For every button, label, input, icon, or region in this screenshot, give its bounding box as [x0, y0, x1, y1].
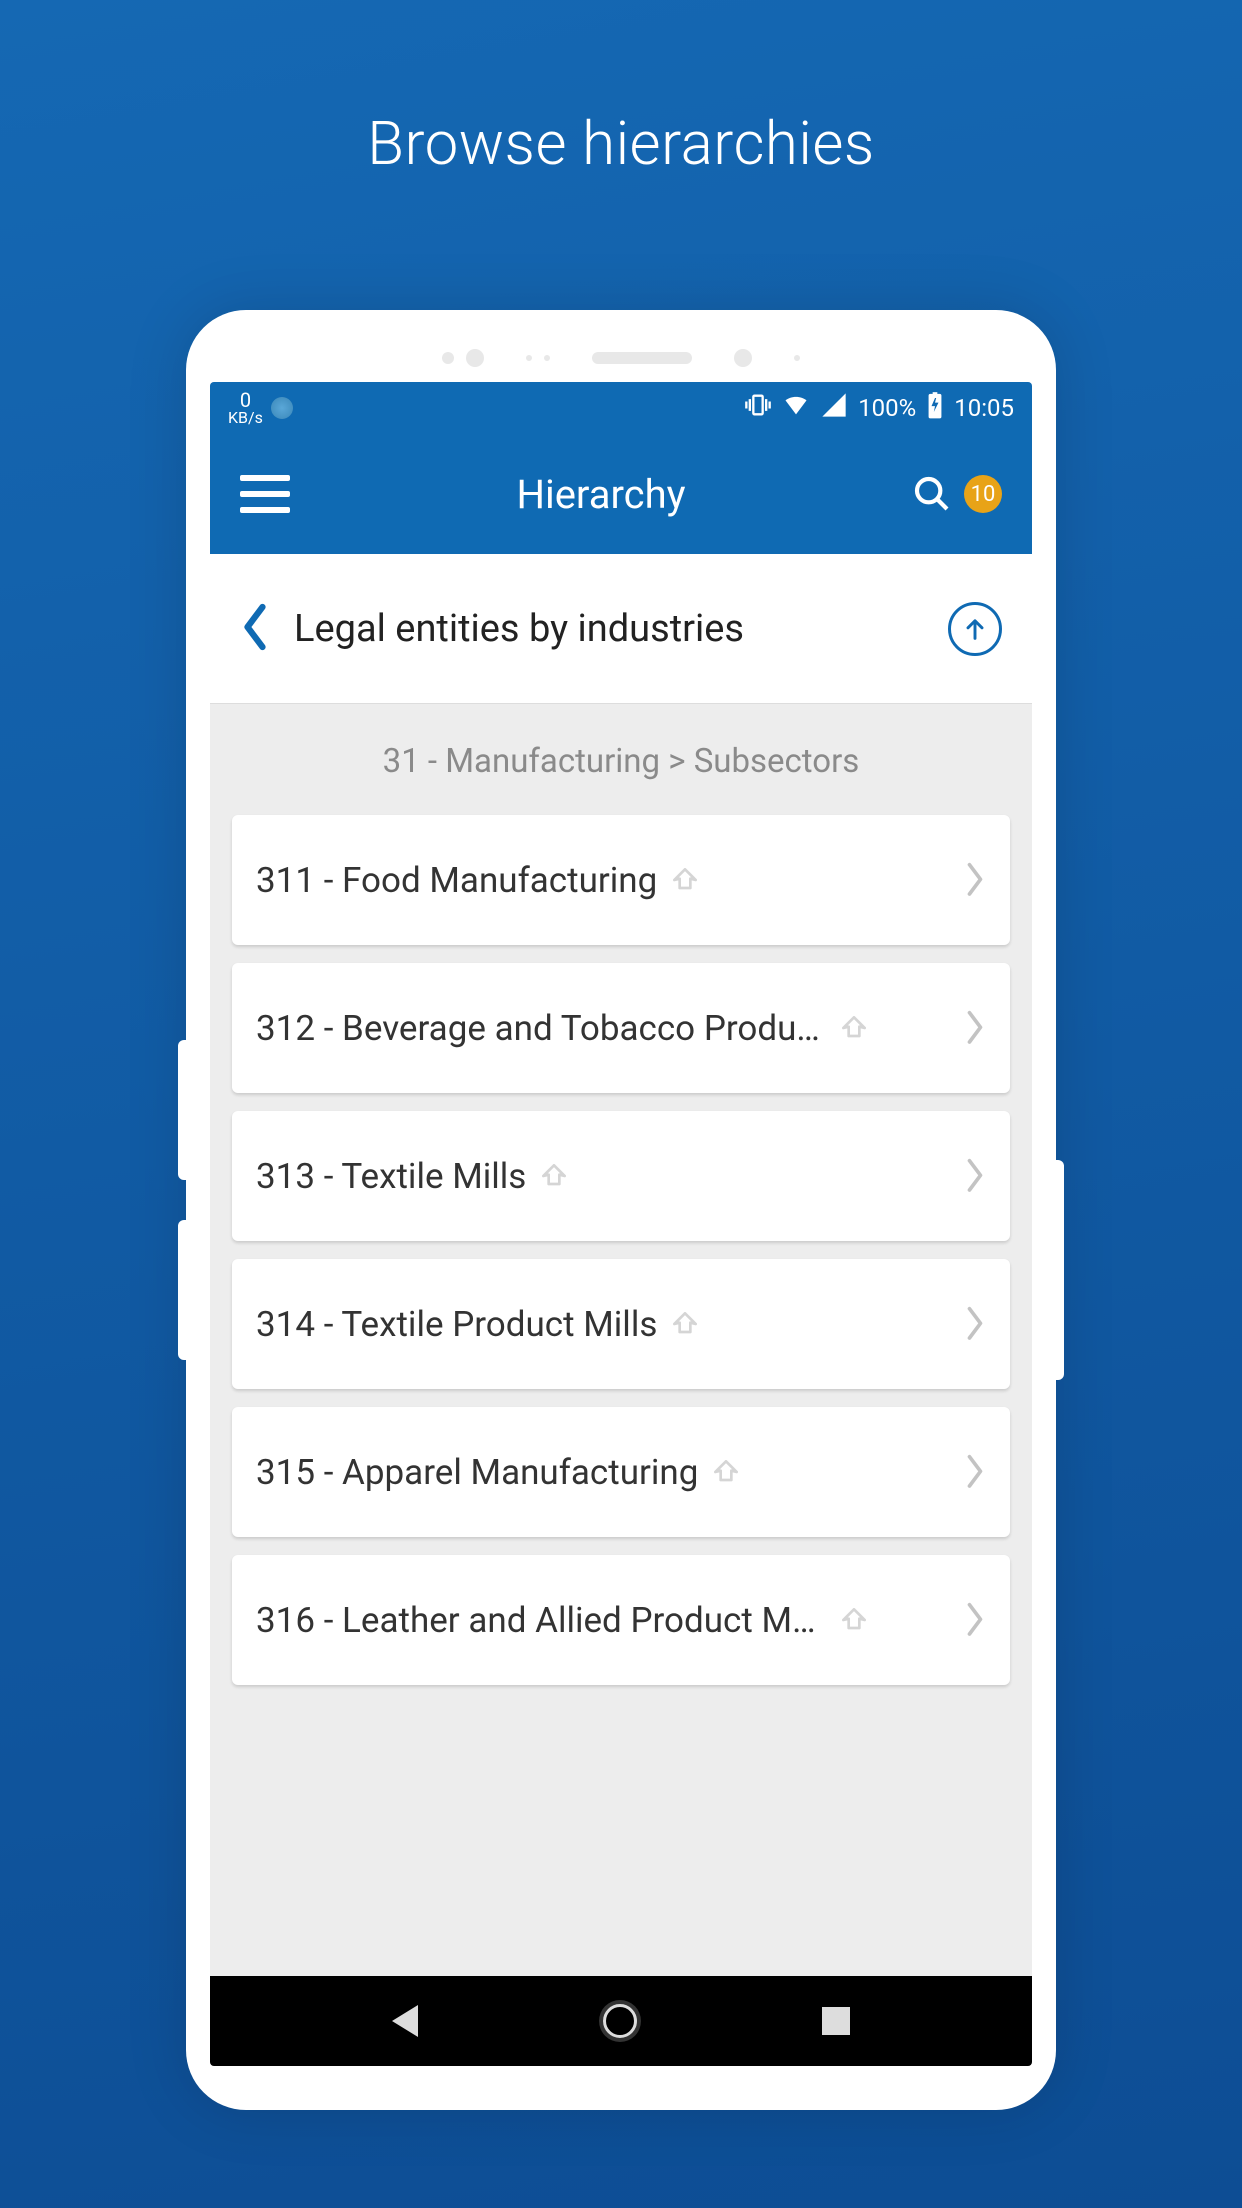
nav-back-button[interactable] — [392, 2005, 418, 2037]
status-dot-icon — [271, 397, 293, 419]
nav-home-button[interactable] — [603, 2004, 637, 2038]
app-bar: Hierarchy 10 — [210, 434, 1032, 554]
volume-up-button[interactable] — [178, 1040, 188, 1180]
hierarchy-list: 311 - Food Manufacturing 312 - Beverage … — [210, 815, 1032, 1685]
nav-recent-button[interactable] — [822, 2007, 850, 2035]
breadcrumb: 31 - Manufacturing > Subsectors — [210, 704, 1032, 815]
list-item[interactable]: 315 - Apparel Manufacturing — [232, 1407, 1010, 1537]
battery-level: 100% — [858, 394, 916, 422]
notification-badge[interactable]: 10 — [964, 475, 1002, 513]
menu-button[interactable] — [240, 469, 290, 519]
list-item-label: 311 - Food Manufacturing — [256, 860, 657, 901]
android-nav-bar — [210, 1976, 1032, 2066]
list-item[interactable]: 313 - Textile Mills — [232, 1111, 1010, 1241]
share-icon[interactable] — [669, 864, 701, 896]
phone-frame: 0 KB/s 100% 10:05 — [186, 310, 1056, 2110]
hierarchy-name: Legal entities by industries — [294, 607, 924, 651]
back-button[interactable] — [240, 602, 270, 656]
list-item[interactable]: 312 - Beverage and Tobacco Produc... — [232, 963, 1010, 1093]
list-item[interactable]: 311 - Food Manufacturing — [232, 815, 1010, 945]
phone-screen: 0 KB/s 100% 10:05 — [210, 382, 1032, 2066]
list-item-label: 316 - Leather and Allied Product Ma... — [256, 1600, 826, 1641]
signal-icon — [820, 391, 848, 425]
list-item-label: 314 - Textile Product Mills — [256, 1304, 657, 1345]
search-button[interactable] — [912, 474, 952, 514]
volume-down-button[interactable] — [178, 1220, 188, 1360]
network-speed-indicator: 0 KB/s — [228, 390, 263, 426]
share-icon[interactable] — [838, 1012, 870, 1044]
page-heading: Browse hierarchies — [0, 0, 1242, 179]
list-item-label: 313 - Textile Mills — [256, 1156, 526, 1197]
share-icon[interactable] — [538, 1160, 570, 1192]
wifi-icon — [782, 391, 810, 425]
list-item-label: 315 - Apparel Manufacturing — [256, 1452, 698, 1493]
go-up-button[interactable] — [948, 602, 1002, 656]
share-icon[interactable] — [838, 1604, 870, 1636]
list-item[interactable]: 316 - Leather and Allied Product Ma... — [232, 1555, 1010, 1685]
list-item[interactable]: 314 - Textile Product Mills — [232, 1259, 1010, 1389]
chevron-right-icon — [964, 861, 986, 899]
chevron-right-icon — [964, 1601, 986, 1639]
status-bar: 0 KB/s 100% 10:05 — [210, 382, 1032, 434]
chevron-right-icon — [964, 1009, 986, 1047]
share-icon[interactable] — [710, 1456, 742, 1488]
chevron-right-icon — [964, 1453, 986, 1491]
chevron-right-icon — [964, 1157, 986, 1195]
power-button[interactable] — [1054, 1160, 1064, 1380]
share-icon[interactable] — [669, 1308, 701, 1340]
phone-notch — [210, 334, 1032, 382]
status-time: 10:05 — [954, 394, 1014, 422]
screen-title: Hierarchy — [290, 471, 912, 518]
sub-header: Legal entities by industries — [210, 554, 1032, 704]
battery-charging-icon — [926, 391, 944, 425]
chevron-right-icon — [964, 1305, 986, 1343]
vibrate-icon — [744, 391, 772, 425]
list-item-label: 312 - Beverage and Tobacco Produc... — [256, 1008, 826, 1049]
